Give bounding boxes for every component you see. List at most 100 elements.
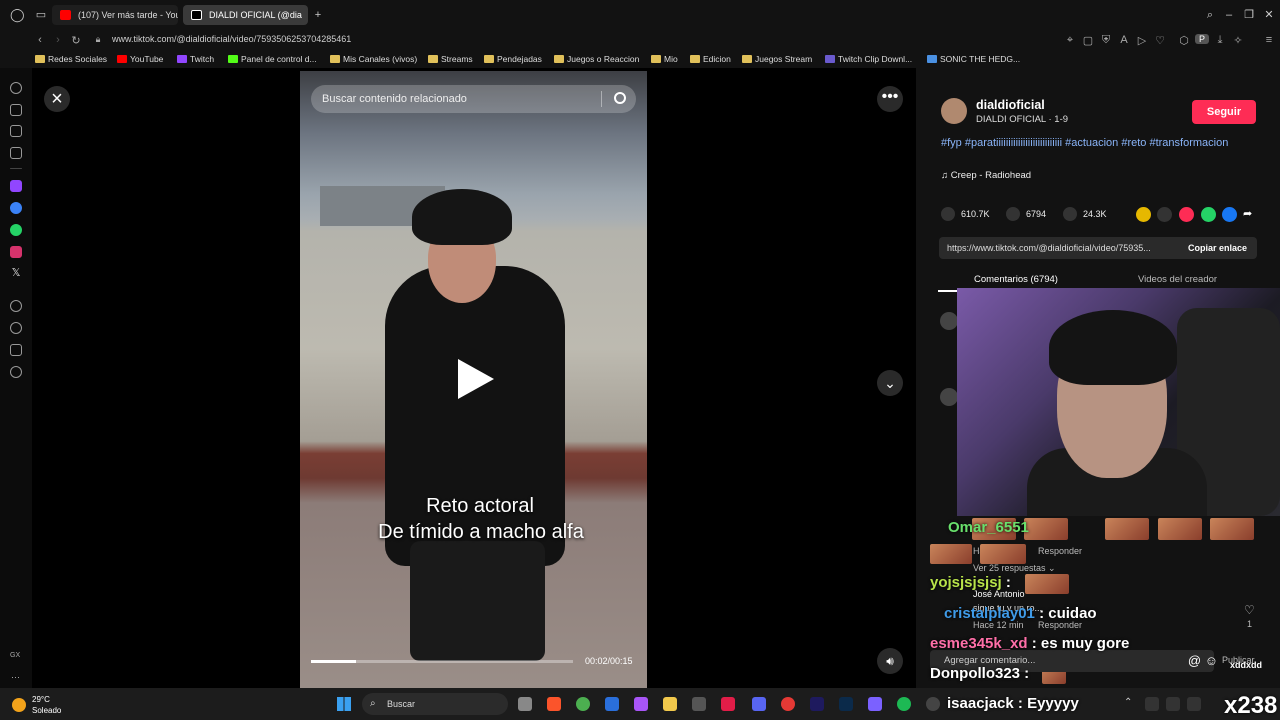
player-icon[interactable]: [10, 300, 22, 312]
messenger-icon[interactable]: [10, 202, 22, 214]
discord-icon[interactable]: [752, 697, 766, 711]
tab-comments[interactable]: Comentarios (6794): [974, 274, 1058, 285]
download-icon[interactable]: ⤓: [1213, 34, 1227, 47]
bookmark-streams[interactable]: Streams: [428, 54, 473, 64]
close-video-button[interactable]: ×: [44, 86, 70, 112]
settings-icon[interactable]: [10, 366, 22, 378]
avatar[interactable]: [941, 98, 967, 124]
commenter-avatar[interactable]: [940, 312, 958, 330]
volume-button[interactable]: 🔊︎: [877, 648, 903, 674]
url-field[interactable]: www.tiktok.com/@dialdioficial/video/7593…: [112, 34, 351, 44]
copy-link-button[interactable]: Copiar enlace: [1188, 237, 1247, 259]
bookmark-youtube[interactable]: YouTube: [117, 54, 163, 64]
network-icon[interactable]: [1187, 697, 1201, 711]
bookmark-edicion[interactable]: Edicion: [690, 54, 731, 64]
games-icon[interactable]: [10, 125, 22, 137]
video-link-field[interactable]: https://www.tiktok.com/@dialdioficial/vi…: [939, 237, 1257, 259]
translate-icon[interactable]: A: [1117, 34, 1131, 46]
weather-widget[interactable]: 29°C Soleado: [12, 694, 61, 716]
search-tabs-icon[interactable]: ⌕: [1203, 8, 1217, 22]
back-button[interactable]: ‹: [33, 34, 47, 46]
save-button[interactable]: 24.3K: [1063, 207, 1107, 221]
send-icon[interactable]: [1179, 207, 1194, 222]
pin-icon[interactable]: ⌖: [1063, 34, 1077, 47]
photoshop-icon[interactable]: [839, 697, 853, 711]
tab-tiktok[interactable]: DIALDI OFICIAL (@dia: [183, 5, 308, 25]
share-arrow-icon[interactable]: ➦: [1243, 207, 1258, 222]
play-icon[interactable]: [458, 359, 494, 399]
mention-icon[interactable]: @ ☺: [1188, 650, 1218, 672]
history-icon[interactable]: [10, 322, 22, 334]
new-tab-button[interactable]: +: [311, 8, 325, 22]
opera-gx-icon[interactable]: [781, 697, 795, 711]
next-video-button[interactable]: ⌄: [877, 370, 903, 396]
close-window-button[interactable]: ✕: [1262, 8, 1276, 22]
tools-icon[interactable]: [10, 104, 22, 116]
view-replies-button[interactable]: Ver 25 respuestas ⌄: [973, 563, 1056, 574]
microphone-icon[interactable]: [1166, 697, 1180, 711]
music-link[interactable]: ♫ Creep - Radiohead: [941, 170, 1031, 181]
whatsapp-share-icon[interactable]: [1201, 207, 1216, 222]
reload-button[interactable]: ↻: [69, 34, 83, 47]
bookmark-redes-sociales[interactable]: Redes Sociales: [35, 54, 107, 64]
coin-icon[interactable]: [1136, 207, 1151, 222]
bookmark-pendejadas[interactable]: Pendejadas: [484, 54, 542, 64]
facebook-share-icon[interactable]: [1222, 207, 1237, 222]
bookmark-juegos-reaccion[interactable]: Juegos o Reaccion: [554, 54, 639, 64]
like-button[interactable]: 610.7K: [941, 207, 990, 221]
twitch-icon[interactable]: [10, 180, 22, 192]
bookmark-juegos-stream[interactable]: Juegos Stream: [742, 54, 812, 64]
x-icon[interactable]: 𝕏: [10, 267, 22, 279]
instagram-icon[interactable]: [10, 246, 22, 258]
extensions-icon[interactable]: ⬡: [1177, 34, 1191, 47]
tab-manager-icon[interactable]: ▭: [34, 8, 48, 22]
m-icon[interactable]: [10, 147, 22, 159]
play-icon[interactable]: ▷: [1135, 34, 1149, 47]
comment-button[interactable]: 6794: [1006, 207, 1046, 221]
more-icon[interactable]: ⋯: [11, 672, 20, 683]
tray-app-icon[interactable]: [1145, 697, 1159, 711]
brave-icon[interactable]: [547, 697, 561, 711]
bookmark-sonic[interactable]: SONIC THE HEDG...: [927, 54, 1020, 64]
hashtags[interactable]: #fyp #paratiiiiiiiiiiiiiiiiiiiiiiiiiii #…: [941, 136, 1241, 150]
video-progress-bar[interactable]: [311, 660, 573, 663]
vegas-icon[interactable]: [605, 697, 619, 711]
maximize-button[interactable]: ❐: [1242, 8, 1256, 22]
opera-logo-icon[interactable]: ◯: [10, 8, 25, 22]
video-player[interactable]: Buscar contenido relacionado Reto actora…: [300, 71, 647, 688]
obs-icon[interactable]: [926, 697, 940, 711]
minimize-button[interactable]: –: [1222, 8, 1236, 22]
bookmark-twitch-clip[interactable]: Twitch Clip Downl...: [825, 54, 912, 64]
file-explorer-icon[interactable]: [663, 697, 677, 711]
heart-icon[interactable]: ♡: [1153, 34, 1167, 47]
ai-icon[interactable]: ✧: [1231, 34, 1245, 47]
reply-button[interactable]: Responder: [1038, 546, 1082, 556]
creator-username[interactable]: dialdioficial: [976, 98, 1045, 112]
related-search-input[interactable]: Buscar contenido relacionado: [311, 85, 636, 113]
chrome-icon[interactable]: [576, 697, 590, 711]
teams-icon[interactable]: [868, 697, 882, 711]
spotify-icon[interactable]: [897, 697, 911, 711]
copilot-icon[interactable]: [634, 697, 648, 711]
tab-creator-videos[interactable]: Videos del creador: [1138, 274, 1217, 285]
windows-start-icon[interactable]: [337, 697, 351, 711]
store-icon[interactable]: [692, 697, 706, 711]
follow-button[interactable]: Seguir: [1192, 100, 1256, 124]
embed-icon[interactable]: [1157, 207, 1172, 222]
task-view-icon[interactable]: [518, 697, 532, 711]
bookmark-twitch[interactable]: Twitch: [177, 54, 214, 64]
bookmark-mio[interactable]: Mio: [651, 54, 678, 64]
snapshot-icon[interactable]: ▢: [1081, 34, 1095, 47]
profile-icon[interactable]: P: [1195, 34, 1209, 44]
premiere-icon[interactable]: [810, 697, 824, 711]
tab-youtube[interactable]: (107) Ver más tarde - YouT: [52, 5, 178, 25]
extensions-icon[interactable]: [10, 344, 22, 356]
commenter-avatar[interactable]: [940, 388, 958, 406]
comment-like-icon[interactable]: ♡: [1244, 603, 1255, 617]
taskbar-search-input[interactable]: ⌕ Buscar: [362, 693, 508, 715]
more-options-button[interactable]: •••: [877, 86, 903, 112]
menu-icon[interactable]: ≡: [1262, 34, 1276, 46]
search-icon[interactable]: [614, 92, 626, 104]
bookmark-panel[interactable]: Panel de control d...: [228, 54, 317, 64]
bookmark-mis-canales[interactable]: Mis Canales (vivos): [330, 54, 417, 64]
